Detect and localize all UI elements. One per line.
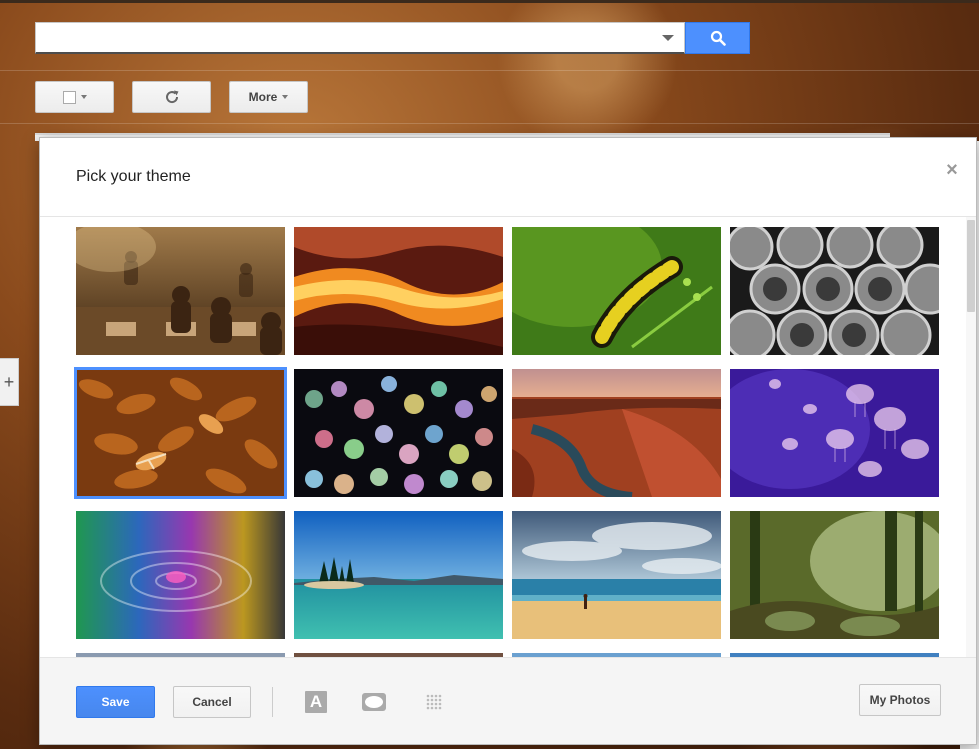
refresh-button[interactable]: [132, 81, 211, 113]
divider: [0, 123, 979, 124]
chevron-down-icon: [282, 95, 289, 99]
vignette-button[interactable]: [362, 690, 386, 714]
divider: [272, 687, 273, 717]
theme-thumbnail-canyon[interactable]: [294, 227, 503, 355]
more-button[interactable]: More: [229, 81, 308, 113]
cancel-button[interactable]: Cancel: [173, 686, 251, 718]
search-button[interactable]: [685, 22, 750, 54]
divider: [0, 70, 979, 71]
dialog-title: Pick your theme: [76, 168, 191, 185]
theme-thumbnail-lake[interactable]: [294, 511, 503, 639]
theme-thumbnail-forest[interactable]: [730, 511, 939, 639]
dialog-footer: Save Cancel A My Photos: [40, 658, 976, 744]
theme-picker-dialog: Pick your theme × Save Cancel A My Photo…: [39, 137, 977, 745]
search-icon: [710, 30, 726, 46]
text-color-glyph: A: [309, 692, 323, 711]
theme-thumbnail-jellyfish[interactable]: [730, 369, 939, 497]
blur-icon: [426, 694, 442, 710]
blur-button[interactable]: [422, 690, 446, 714]
select-checkbox[interactable]: [62, 90, 76, 104]
theme-thumbnail-rainbow-water[interactable]: [76, 511, 285, 639]
select-checkbox-dropdown[interactable]: [35, 81, 114, 113]
theme-thumbnail-caterpillar[interactable]: [512, 227, 721, 355]
search-input[interactable]: [35, 22, 685, 54]
save-button[interactable]: Save: [76, 686, 155, 718]
text-color-button[interactable]: A: [304, 690, 328, 714]
search-field[interactable]: [36, 23, 636, 51]
refresh-icon: [165, 90, 178, 104]
close-icon[interactable]: ×: [942, 160, 962, 180]
vignette-icon: [362, 693, 386, 711]
scrollbar-thumb[interactable]: [967, 220, 975, 312]
theme-grid: [40, 217, 966, 657]
top-bar: [0, 0, 979, 3]
theme-thumbnail-horseshoe-bend[interactable]: [512, 369, 721, 497]
theme-thumbnail-bokeh[interactable]: [294, 369, 503, 497]
theme-thumbnail-leaves[interactable]: [74, 367, 287, 499]
chevron-down-icon: [80, 95, 87, 99]
theme-thumbnail-beach[interactable]: [512, 511, 721, 639]
more-label: More: [248, 90, 278, 104]
theme-thumbnail-pipes[interactable]: [730, 227, 939, 355]
theme-thumbnail-chess[interactable]: [76, 227, 285, 355]
my-photos-button[interactable]: My Photos: [859, 684, 941, 716]
text-color-icon: A: [305, 691, 327, 713]
add-icon[interactable]: +: [0, 358, 19, 406]
search-options-dropdown-icon[interactable]: [662, 35, 674, 41]
